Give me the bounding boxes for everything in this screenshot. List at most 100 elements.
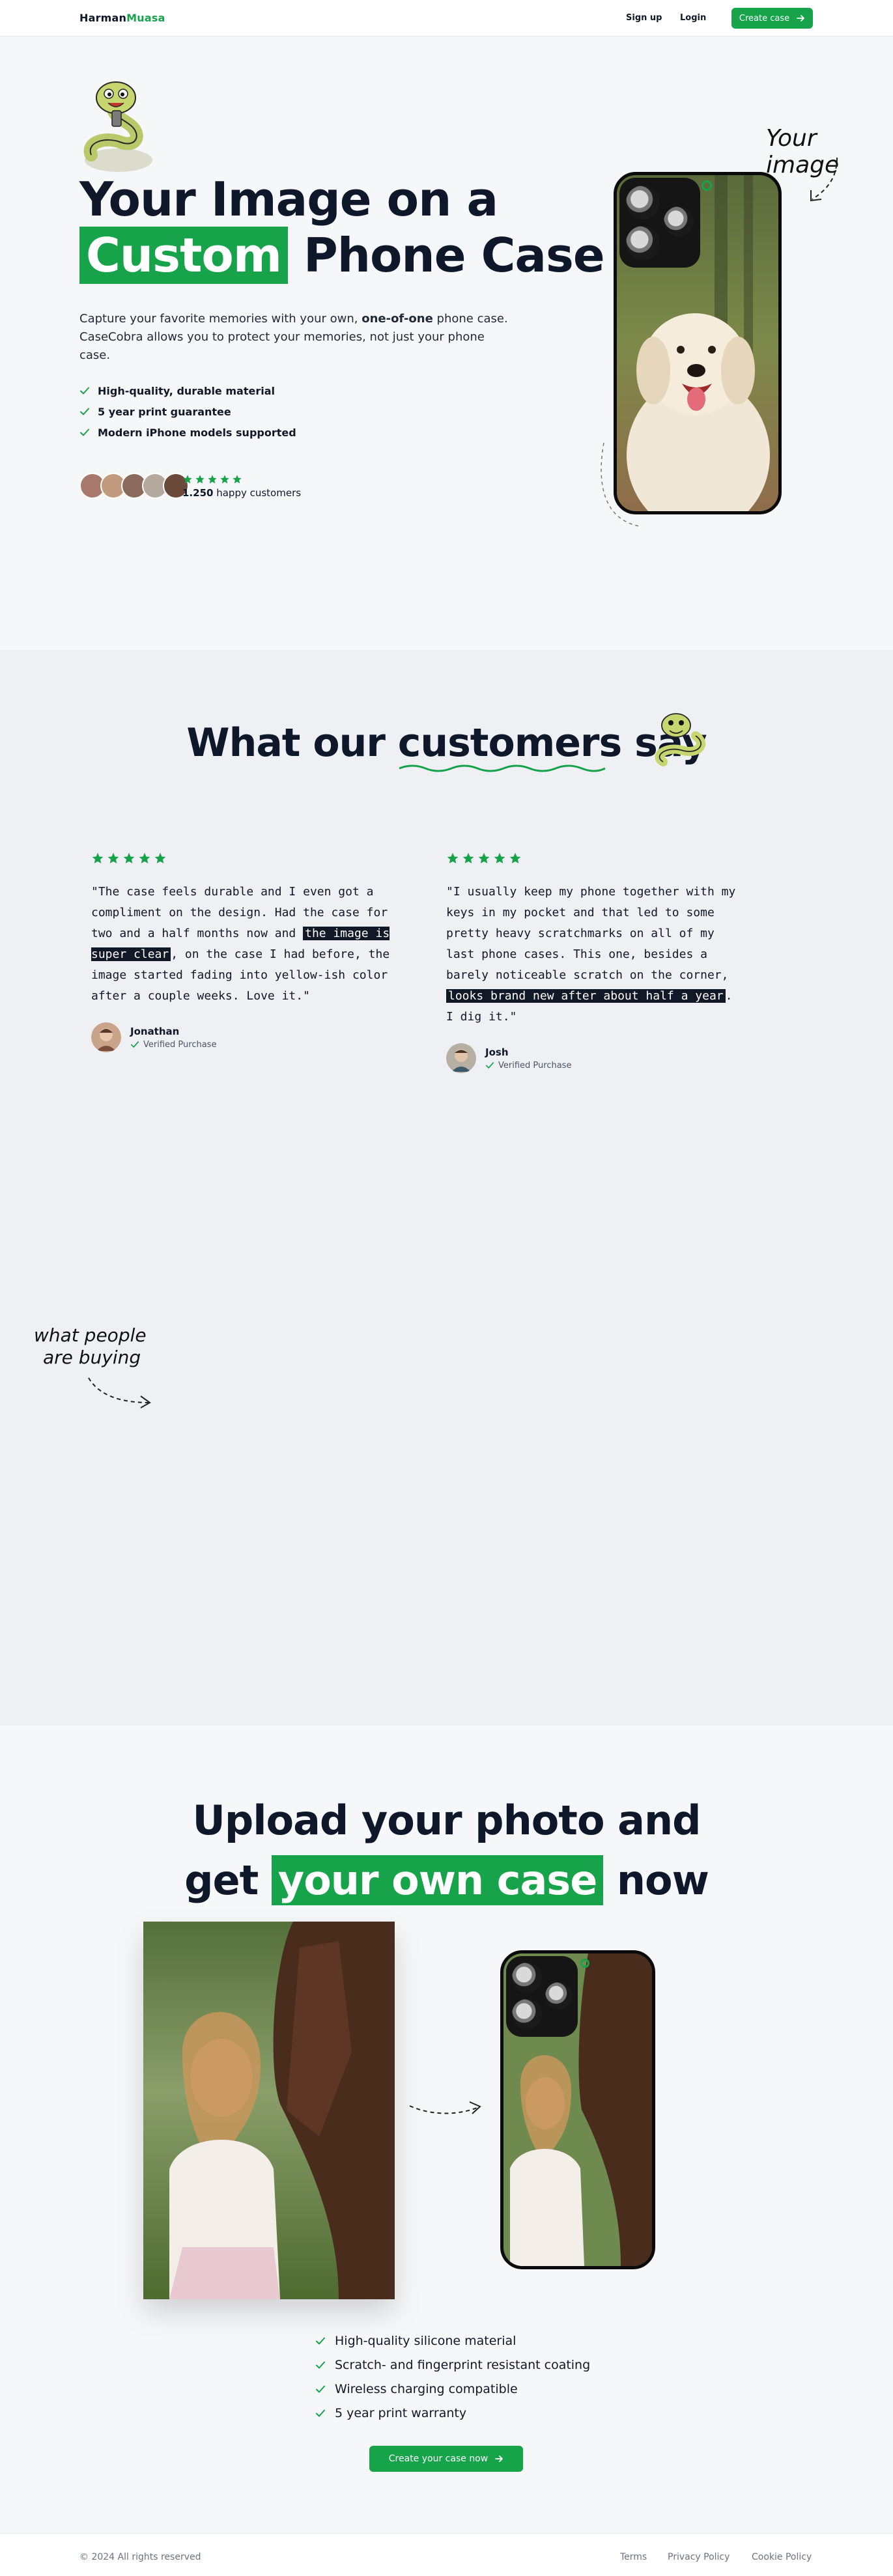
upload-feature-item: Wireless charging compatible (315, 2377, 590, 2401)
case-logo-ring (580, 1959, 589, 1968)
top-navbar: HarmanMuasa Sign up Login Create case (0, 0, 893, 36)
hero-title-rest: Phone Case (303, 228, 605, 283)
check-icon (80, 387, 89, 395)
logo-part-2: Muasa (126, 12, 165, 24)
rating-stars (182, 474, 301, 484)
hero-subtitle-bold: one-of-one (361, 312, 433, 326)
create-your-case-label: Create your case now (388, 2454, 489, 2464)
verified-purchase: Verified Purchase (485, 1061, 571, 1071)
privacy-policy-link[interactable]: Privacy Policy (668, 2552, 730, 2562)
upload-feature-label: High-quality silicone material (335, 2333, 517, 2348)
upload-feature-item: 5 year print warranty (315, 2401, 590, 2425)
check-icon (316, 2385, 325, 2392)
customers-label: happy customers (213, 487, 302, 499)
verified-purchase: Verified Purchase (130, 1040, 216, 1050)
upload-title: Upload your photo and get your own case … (0, 1791, 893, 1911)
arrow-right-icon (495, 2456, 503, 2462)
review-author: Josh Verified Purchase (446, 1043, 746, 1073)
star-icon (154, 852, 166, 863)
review-author-name: Jonathan (130, 1025, 180, 1037)
check-icon (316, 2409, 325, 2416)
check-icon (485, 1062, 494, 1069)
star-icon (462, 852, 474, 863)
review-author: Jonathan Verified Purchase (91, 1022, 391, 1052)
camera-lens (512, 1999, 542, 2029)
hero-title-highlight: Custom (79, 227, 288, 284)
reviews-title-part1: What our (186, 720, 398, 766)
verified-label: Verified Purchase (498, 1060, 572, 1071)
happy-customers-text: 1.250 happy customers (182, 487, 301, 499)
camera-module (506, 1956, 578, 2037)
brand-logo[interactable]: HarmanMuasa (79, 12, 165, 24)
review-stars (91, 852, 391, 865)
hero-feature-item: High-quality, durable material (79, 380, 296, 401)
login-link[interactable]: Login (680, 13, 706, 23)
phone-case-result (500, 1950, 655, 2269)
logo-part-1: Harman (79, 12, 127, 24)
check-icon (316, 2337, 325, 2344)
review-text: "I usually keep my phone together with m… (446, 882, 746, 1028)
review-text: "The case feels durable and I even got a… (91, 882, 391, 1007)
review-text-highlight: looks brand new after about half a year (446, 989, 726, 1003)
upload-feature-item: High-quality silicone material (315, 2329, 590, 2353)
uploaded-photo (143, 1922, 395, 2299)
cookie-policy-link[interactable]: Cookie Policy (752, 2552, 812, 2562)
hero-feature-list: High-quality, durable material 5 year pr… (79, 380, 296, 443)
annotation-line1: what people (34, 1324, 147, 1346)
review-stars (446, 852, 746, 865)
dashed-arrow-icon (409, 2101, 481, 2114)
customer-avatars (79, 473, 189, 499)
check-icon (80, 408, 89, 415)
what-people-buying-annotation: what people are buying (34, 1324, 147, 1369)
check-icon (80, 428, 89, 436)
hero-title-line2: Custom Phone Case (79, 227, 605, 284)
upload-title-line2: get your own case now (0, 1851, 893, 1911)
hero-feature-label: High-quality, durable material (98, 384, 275, 397)
rating-block: 1.250 happy customers (182, 474, 301, 499)
upload-title-get: get (184, 1856, 272, 1904)
star-icon (139, 852, 150, 863)
review-card: "The case feels durable and I even got a… (91, 852, 391, 1052)
dashed-arrow-icon (88, 1377, 151, 1408)
customers-count: 1.250 (182, 487, 214, 499)
upload-feature-list: High-quality silicone material Scratch- … (315, 2329, 590, 2425)
verified-label: Verified Purchase (143, 1039, 217, 1050)
star-icon (478, 852, 490, 863)
reviews-section: What our customers say "The case feels d… (0, 650, 893, 1726)
upload-feature-item: Scratch- and fingerprint resistant coati… (315, 2353, 590, 2377)
hero-feature-label: Modern iPhone models supported (98, 426, 296, 439)
hero-subtitle: Capture your favorite memories with your… (79, 310, 516, 365)
upload-title-line1: Upload your photo and (192, 1797, 702, 1844)
hero-section: Your Image on a Custom Phone Case Captur… (0, 36, 893, 650)
star-icon (447, 852, 459, 863)
annotation-line2: are buying (43, 1347, 141, 1368)
signup-link[interactable]: Sign up (626, 13, 662, 23)
snake-mascot-icon (83, 81, 152, 172)
squiggle-underline-icon (399, 764, 606, 772)
hero-subtitle-part1: Capture your favorite memories with your… (79, 312, 362, 326)
star-icon (92, 852, 104, 863)
terms-link[interactable]: Terms (620, 2552, 647, 2562)
camera-lens (626, 186, 660, 219)
case-logo-ring (702, 180, 712, 191)
upload-title-now: now (603, 1856, 709, 1904)
reviews-title: What our customers say (0, 720, 893, 772)
reviews-title-underlined: customers (397, 720, 622, 772)
camera-lens (512, 1963, 542, 1993)
camera-lens (626, 226, 660, 260)
review-card: "I usually keep my phone together with m… (446, 852, 746, 1073)
star-icon (107, 852, 119, 863)
upload-section: Upload your photo and get your own case … (0, 1726, 893, 2533)
create-your-case-button[interactable]: Create your case now (369, 2446, 523, 2472)
hero-title-line1: Your Image on a (79, 172, 498, 227)
star-icon (509, 852, 521, 863)
create-case-button[interactable]: Create case (731, 8, 813, 29)
star-icon (220, 475, 229, 484)
hero-feature-label: 5 year print guarantee (98, 405, 231, 418)
star-icon (195, 475, 205, 484)
create-case-label: Create case (739, 13, 790, 23)
camera-lens (545, 1982, 573, 2009)
reviews-title-keyword: customers (397, 720, 622, 766)
arrow-right-icon (797, 15, 805, 21)
camera-lens (664, 206, 694, 236)
